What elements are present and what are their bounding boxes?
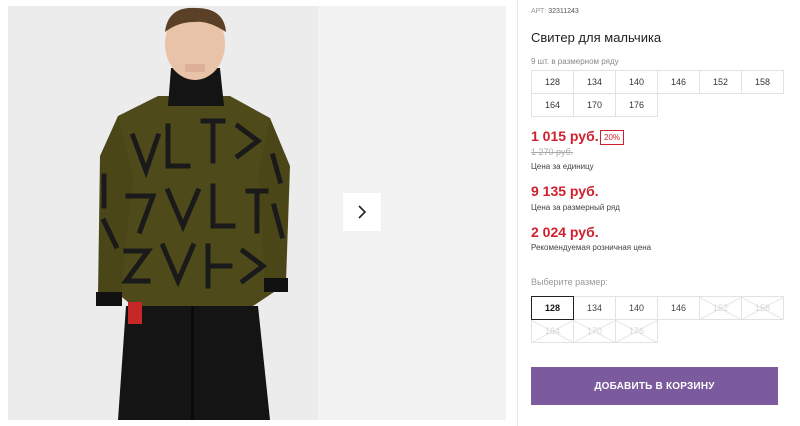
row-price-note: Цена за размерный ряд [531, 203, 620, 212]
panel-divider [517, 0, 518, 426]
add-to-cart-button[interactable]: ДОБАВИТЬ В КОРЗИНУ [531, 367, 778, 405]
article-label: АРТ: [531, 8, 547, 15]
pack-size-cell: 140 [615, 70, 658, 94]
pack-size-cell: 146 [657, 70, 700, 94]
size-option-disabled: 176 [615, 319, 658, 343]
size-option-label: 152 [712, 303, 729, 313]
size-option-label: 140 [628, 303, 645, 313]
size-option-label: 170 [586, 326, 603, 336]
pack-size-cell: 176 [615, 93, 658, 117]
unit-price: 1 015 руб. [531, 128, 599, 144]
size-option-label: 146 [670, 303, 687, 313]
pack-size-cell: 158 [741, 70, 784, 94]
discount-badge: 20% [600, 130, 625, 145]
pack-note: 9 шт. в размерном ряду [531, 57, 619, 66]
pack-size-cell: 128 [531, 70, 574, 94]
next-image-button[interactable] [343, 193, 381, 231]
pack-size-cell: 164 [531, 93, 574, 117]
size-option-label: 164 [544, 326, 561, 336]
pack-size-cell: 134 [573, 70, 616, 94]
product-gallery [0, 0, 506, 426]
size-option-disabled: 164 [531, 319, 574, 343]
size-option[interactable]: 134 [573, 296, 616, 320]
product-page: АРТ: 32311243 Свитер для мальчика 9 шт. … [0, 0, 800, 426]
pack-sizes-grid: 128 134 140 146 152 158 164 170 176 [531, 70, 784, 117]
size-option-disabled: 152 [699, 296, 742, 320]
article-number: АРТ: 32311243 [531, 8, 579, 15]
size-option-label: 128 [544, 303, 561, 313]
retail-price: 2 024 руб. [531, 224, 599, 240]
pack-size-cell: 152 [699, 70, 742, 94]
chevron-right-icon [358, 205, 367, 219]
size-option[interactable]: 140 [615, 296, 658, 320]
product-title: Свитер для мальчика [531, 30, 662, 45]
product-photo [8, 6, 318, 420]
old-price: 1 270 руб. [531, 147, 574, 157]
product-photo-illustration [8, 6, 318, 420]
retail-price-note: Рекомендуемая розничная цена [531, 243, 652, 252]
unit-price-note: Цена за единицу [531, 162, 594, 171]
size-option-disabled: 158 [741, 296, 784, 320]
size-option-selected[interactable]: 128 [531, 296, 574, 320]
size-select-label: Выберите размер: [531, 277, 608, 287]
size-option-label: 158 [754, 303, 771, 313]
size-option[interactable]: 146 [657, 296, 700, 320]
article-value: 32311243 [548, 8, 579, 15]
row-price: 9 135 руб. [531, 183, 599, 199]
size-option-label: 134 [586, 303, 603, 313]
size-picker: 128 134 140 146 152 158 164 170 176 [531, 296, 784, 343]
pack-size-cell: 170 [573, 93, 616, 117]
size-option-label: 176 [628, 326, 645, 336]
size-option-disabled: 170 [573, 319, 616, 343]
